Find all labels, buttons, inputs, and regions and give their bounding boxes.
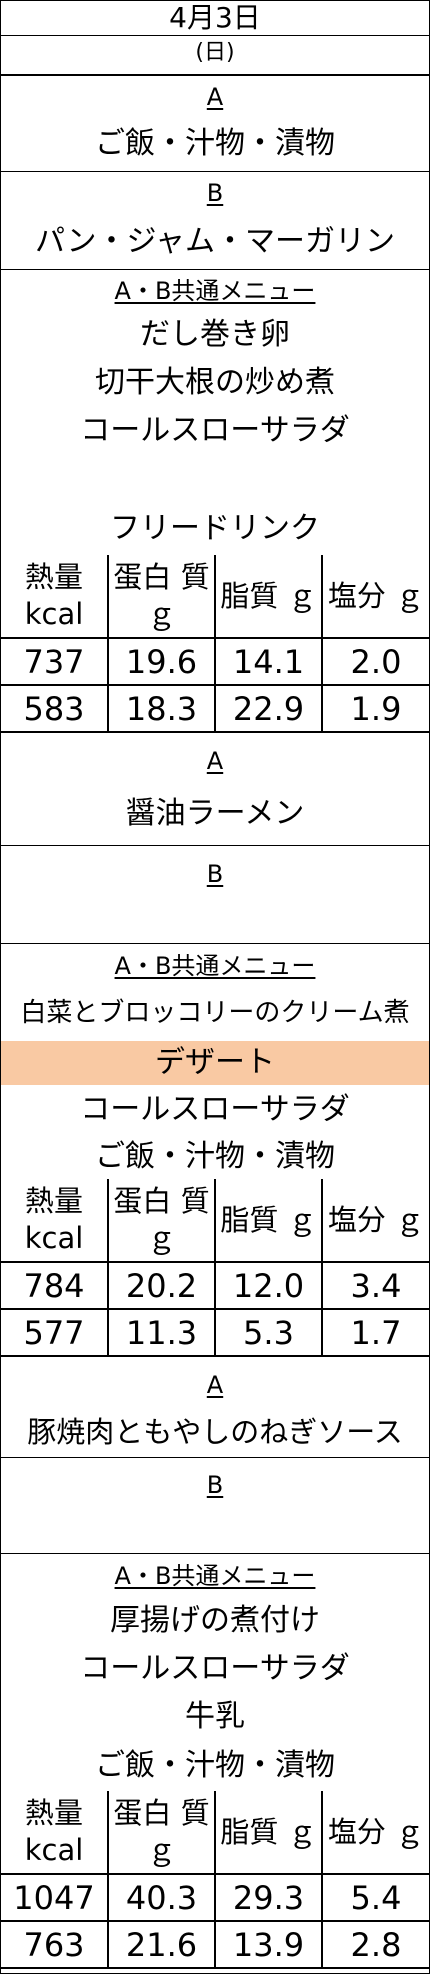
common-label: A・B共通メニュー — [114, 277, 316, 305]
fat-value: 14.1 — [214, 637, 323, 686]
salt-value: 5.4 — [321, 1873, 429, 1922]
protein-value: 18.3 — [107, 684, 216, 733]
nutrition-table: 熱量 kcal 蛋白 質ｇ 脂質 ｇ 塩分 ｇ 784 20.2 12.0 3.… — [1, 1179, 429, 1357]
salt-value: 2.0 — [321, 637, 429, 686]
energy-value: 737 — [1, 637, 109, 686]
a-item: ご飯・汁物・漬物 — [95, 126, 335, 161]
salt-value: 3.4 — [321, 1261, 429, 1310]
common-item: フリードリンク — [110, 511, 320, 546]
protein-header: 蛋白 質ｇ — [107, 555, 216, 639]
a-label: A — [206, 83, 224, 111]
energy-value: 763 — [1, 1920, 109, 1969]
date-title: 4月3日 — [169, 1, 261, 34]
common-item: 切干大根の炒め煮 — [95, 365, 335, 400]
common-item: コールスローサラダ — [80, 413, 350, 448]
nutrition-table: 熱量 kcal 蛋白 質ｇ 脂質 ｇ 塩分 ｇ 737 19.6 14.1 2.… — [1, 555, 429, 733]
a-item: 醤油ラーメン — [125, 796, 305, 831]
energy-header: 熱量 kcal — [1, 1179, 109, 1263]
protein-value: 21.6 — [107, 1920, 216, 1969]
common-item: 厚揚げの煮付け — [110, 1603, 320, 1638]
fat-value: 29.3 — [214, 1873, 323, 1922]
weekday: (日) — [1, 35, 429, 72]
nutrition-table: 熱量 kcal 蛋白 質ｇ 脂質 ｇ 塩分 ｇ 1047 40.3 29.3 5… — [1, 1791, 429, 1969]
common-item: 牛乳 — [185, 1699, 245, 1734]
energy-header: 熱量 kcal — [1, 555, 109, 639]
protein-value: 19.6 — [107, 637, 216, 686]
fat-header: 脂質 ｇ — [214, 1791, 323, 1875]
protein-header: 蛋白 質ｇ — [107, 1179, 216, 1263]
common-label: A・B共通メニュー — [114, 952, 316, 980]
a-label: A — [206, 747, 224, 775]
common-label: A・B共通メニュー — [114, 1562, 316, 1590]
fat-header: 脂質 ｇ — [214, 555, 323, 639]
fat-header: 脂質 ｇ — [214, 1179, 323, 1263]
common-item — [1, 455, 429, 503]
fat-value: 12.0 — [214, 1261, 323, 1310]
salt-header: 塩分 ｇ — [321, 1179, 429, 1263]
common-item: ご飯・汁物・漬物 — [95, 1139, 335, 1174]
protein-value: 40.3 — [107, 1873, 216, 1922]
energy-value: 784 — [1, 1261, 109, 1310]
common-item: コールスローサラダ — [80, 1092, 350, 1127]
a-label: A — [206, 1371, 224, 1399]
b-item: パン・ジャム・マーガリン — [35, 224, 395, 259]
fat-value: 13.9 — [214, 1920, 323, 1969]
salt-value: 1.9 — [321, 684, 429, 733]
energy-value: 583 — [1, 684, 109, 733]
dessert-highlight: デザート — [1, 1041, 429, 1085]
protein-header: 蛋白 質ｇ — [107, 1791, 216, 1875]
b-label: B — [206, 860, 224, 888]
menu-sheet: 4月3日 (日) A ご飯・汁物・漬物 B パン・ジャム・マーガリン A・B共通… — [0, 0, 430, 1974]
b-label: B — [206, 1471, 224, 1499]
salt-value: 2.8 — [321, 1920, 429, 1969]
energy-value: 577 — [1, 1308, 109, 1357]
b-label: B — [206, 179, 224, 207]
salt-header: 塩分 ｇ — [321, 1791, 429, 1875]
energy-header: 熱量 kcal — [1, 1791, 109, 1875]
fat-value: 22.9 — [214, 684, 323, 733]
common-item: ご飯・汁物・漬物 — [95, 1748, 335, 1783]
common-item: だし巻き卵 — [140, 317, 290, 352]
a-item: 豚焼肉ともやしのねぎソース — [27, 1415, 403, 1449]
energy-value: 1047 — [1, 1873, 109, 1922]
protein-value: 11.3 — [107, 1308, 216, 1357]
common-item: コールスローサラダ — [80, 1651, 350, 1686]
protein-value: 20.2 — [107, 1261, 216, 1310]
common-item: 白菜とブロッコリーのクリーム煮 — [20, 998, 410, 1028]
salt-header: 塩分 ｇ — [321, 555, 429, 639]
salt-value: 1.7 — [321, 1308, 429, 1357]
fat-value: 5.3 — [214, 1308, 323, 1357]
